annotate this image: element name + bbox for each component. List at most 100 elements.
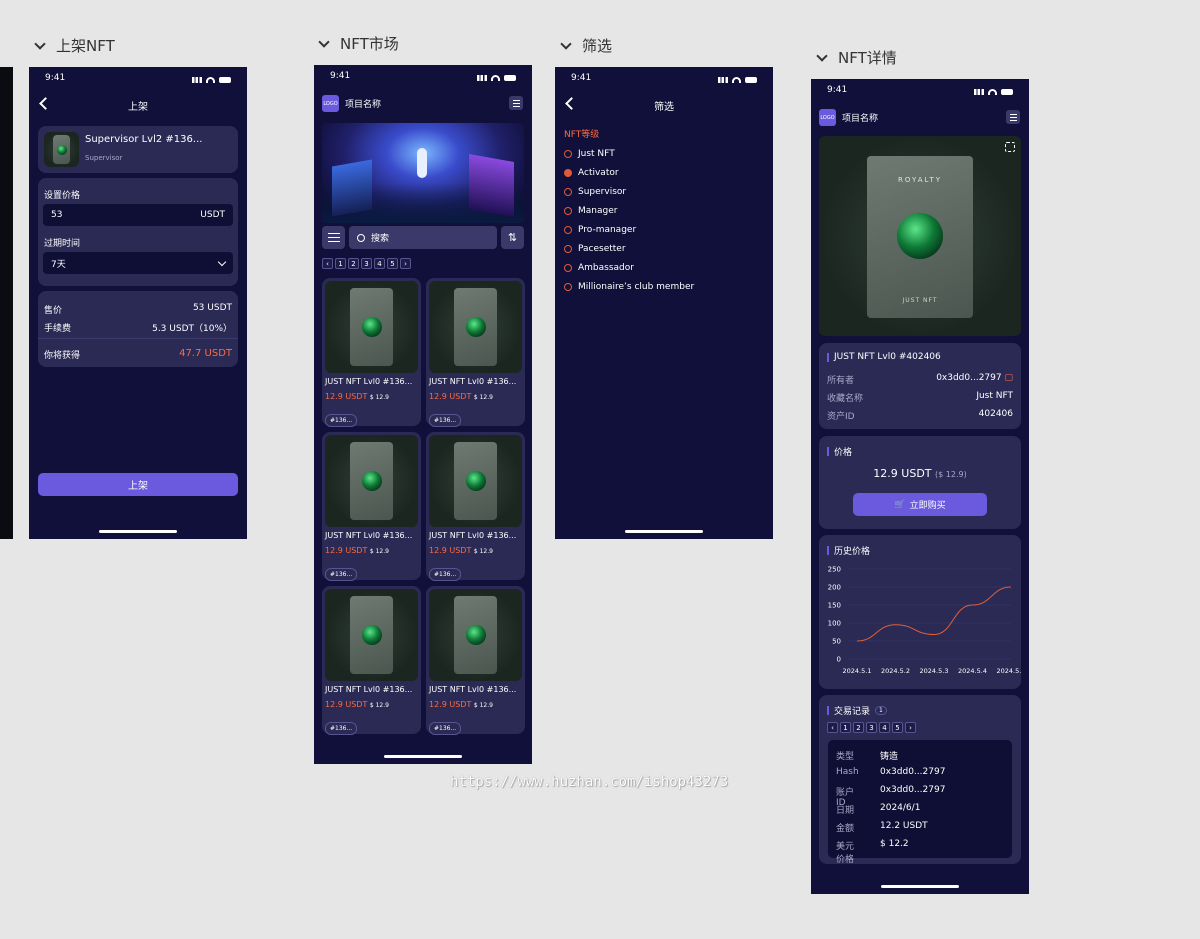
radio-icon	[564, 283, 572, 291]
menu-icon[interactable]	[509, 96, 523, 110]
x-tick-label: 2024.5.1	[843, 667, 872, 675]
copy-icon[interactable]: ▢	[1004, 373, 1013, 383]
page-item[interactable]: 1	[335, 258, 346, 269]
price-input[interactable]: 53 USDT	[43, 204, 233, 226]
tx-row: 类型 铸造	[836, 752, 899, 762]
status-bar: 9:41	[314, 71, 532, 85]
nft-tag: #136...	[429, 722, 462, 735]
page-item[interactable]: 5	[892, 722, 903, 733]
board-label-market[interactable]: NFT市场	[318, 33, 399, 54]
filter-option[interactable]: Millionaire’s club member	[564, 282, 694, 292]
page-item[interactable]: 3	[866, 722, 877, 733]
price-unit: USDT	[200, 210, 225, 220]
x-tick-label: 2024.5.3	[920, 667, 949, 675]
nft-name: JUST NFT Lvl0 #136...	[325, 685, 413, 694]
page-title: 上架	[128, 101, 148, 113]
nft-usd: $ 12.9	[473, 548, 493, 555]
nft-usd: $ 12.9	[369, 394, 389, 401]
y-tick-label: 50	[832, 638, 841, 646]
status-bar: 9:41	[811, 85, 1029, 99]
page-title: 筛选	[654, 101, 674, 113]
nft-tag: #136...	[429, 568, 462, 581]
filter-option[interactable]: Pacesetter	[564, 244, 626, 254]
banner-image[interactable]	[322, 123, 524, 223]
battery-icon	[745, 77, 757, 83]
phone-market: 9:41 LOGO 项目名称 搜索 ⇅ ‹ 1 2 3 4 5 › JUST N…	[314, 65, 532, 764]
filter-option[interactable]: Manager	[564, 206, 617, 216]
nft-name: JUST NFT Lvl0 #136...	[325, 531, 413, 540]
collection-row: 收藏名称 Just NFT	[827, 391, 1013, 404]
nft-detail-name: JUST NFT Lvl0 #402406	[827, 352, 941, 362]
chevron-down-icon	[217, 257, 227, 266]
phone-list-nft: 9:41 上架 Supervisor Lvl2 #136... Supervis…	[29, 67, 247, 539]
phone-detail: 9:41 LOGO 项目名称 ROYALTY JUST NFT JUST NFT…	[811, 79, 1029, 894]
fullscreen-icon[interactable]	[1005, 142, 1015, 152]
radio-icon	[564, 226, 572, 234]
nft-price: 12.9 USDT	[429, 700, 472, 709]
tx-title: 交易记录 1	[827, 704, 887, 717]
page-item[interactable]: 2	[348, 258, 359, 269]
sort-button[interactable]: ⇅	[501, 226, 524, 249]
nft-name: JUST NFT Lvl0 #136...	[429, 685, 517, 694]
price-title: 价格	[827, 445, 852, 458]
list-submit-button[interactable]: 上架	[38, 473, 238, 496]
nft-tag: #136...	[325, 568, 358, 581]
page-prev[interactable]: ‹	[827, 722, 838, 733]
board-label-filter[interactable]: 筛选	[560, 35, 612, 56]
nft-card[interactable]: JUST NFT Lvl0 #136... 12.9 USDT $ 12.9 #…	[426, 432, 525, 581]
radio-icon	[564, 207, 572, 215]
logo: LOGO	[819, 109, 836, 126]
nft-card[interactable]: JUST NFT Lvl0 #136... 12.9 USDT $ 12.9 #…	[322, 278, 421, 427]
board-label-detail[interactable]: NFT详情	[816, 47, 897, 68]
phone-filter: 9:41 筛选 NFT等级 Just NFT Activator Supervi…	[555, 67, 773, 539]
search-input[interactable]: 搜索	[349, 226, 497, 249]
filter-option[interactable]: Ambassador	[564, 263, 634, 273]
nft-card[interactable]: JUST NFT Lvl0 #136... 12.9 USDT $ 12.9 #…	[426, 278, 525, 427]
y-tick-label: 150	[828, 602, 841, 610]
menu-icon[interactable]	[1006, 110, 1020, 124]
page-next[interactable]: ›	[905, 722, 916, 733]
nft-card[interactable]: JUST NFT Lvl0 #136... 12.9 USDT $ 12.9 #…	[322, 432, 421, 581]
page-item[interactable]: 3	[361, 258, 372, 269]
nft-card[interactable]: JUST NFT Lvl0 #136... 12.9 USDT $ 12.9 #…	[426, 586, 525, 735]
project-name: 项目名称	[345, 100, 382, 110]
price-line	[856, 586, 1012, 642]
back-icon[interactable]	[39, 97, 52, 110]
filter-option[interactable]: Activator	[564, 168, 619, 178]
nft-usd: $ 12.9	[473, 702, 493, 709]
nft-image	[325, 589, 418, 681]
project-name: 项目名称	[842, 114, 879, 124]
y-tick-label: 0	[837, 656, 841, 664]
status-bar: 9:41	[555, 73, 773, 87]
nft-name: JUST NFT Lvl0 #136...	[429, 377, 517, 386]
nft-image	[429, 589, 522, 681]
page-item[interactable]: 2	[853, 722, 864, 733]
back-icon[interactable]	[565, 97, 578, 110]
buy-now-button[interactable]: 🛒 立即购买	[853, 493, 987, 516]
battery-icon	[1001, 89, 1013, 95]
filter-button[interactable]	[322, 226, 345, 249]
wifi-icon	[732, 77, 741, 83]
earn-row: 你将获得 47.7 USDT	[44, 348, 232, 361]
nft-price: 12.9 USDT	[429, 392, 472, 401]
page-item[interactable]: 1	[840, 722, 851, 733]
page-item[interactable]: 4	[879, 722, 890, 733]
nft-name: Supervisor Lvl2 #136...	[85, 134, 203, 145]
board-label-list[interactable]: 上架NFT	[34, 35, 115, 56]
radio-checked-icon	[564, 169, 572, 177]
filter-option[interactable]: Supervisor	[564, 187, 626, 197]
nft-usd: $ 12.9	[369, 548, 389, 555]
price-form-card: 设置价格 53 USDT 过期时间 7天	[38, 178, 238, 286]
page-prev[interactable]: ‹	[322, 258, 333, 269]
nft-image	[429, 435, 522, 527]
page-item[interactable]: 5	[387, 258, 398, 269]
nft-card[interactable]: JUST NFT Lvl0 #136... 12.9 USDT $ 12.9 #…	[322, 586, 421, 735]
nft-usd: $ 12.9	[369, 702, 389, 709]
page-item[interactable]: 4	[374, 258, 385, 269]
filter-option[interactable]: Pro-manager	[564, 225, 636, 235]
tx-row: 美元价格 $ 12.2	[836, 839, 909, 865]
filter-option[interactable]: Just NFT	[564, 149, 615, 159]
expire-select[interactable]: 7天	[43, 252, 233, 274]
divider	[38, 338, 238, 339]
page-next[interactable]: ›	[400, 258, 411, 269]
